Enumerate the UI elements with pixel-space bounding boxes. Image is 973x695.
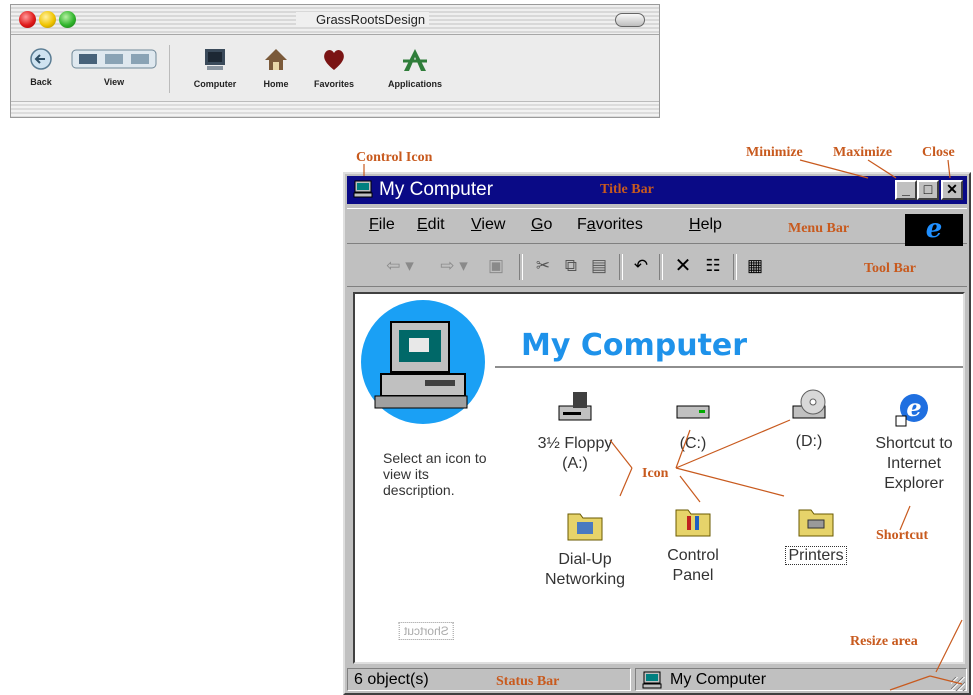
callout-menu-bar: Menu Bar (788, 221, 850, 236)
callout-icon: Icon (642, 466, 669, 482)
callout-maximize: Maximize (833, 145, 893, 160)
callout-control-icon: Control Icon (356, 150, 433, 165)
callout-close: Close (922, 145, 955, 160)
callout-tool-bar: Tool Bar (864, 261, 916, 276)
annotation-lines (363, 159, 963, 691)
callout-title-bar: Title Bar (596, 181, 658, 199)
callout-resize-area: Resize area (850, 634, 918, 649)
callout-shortcut: Shortcut (876, 528, 929, 543)
callout-minimize: Minimize (746, 145, 803, 160)
callout-status-bar: Status Bar (496, 674, 560, 689)
